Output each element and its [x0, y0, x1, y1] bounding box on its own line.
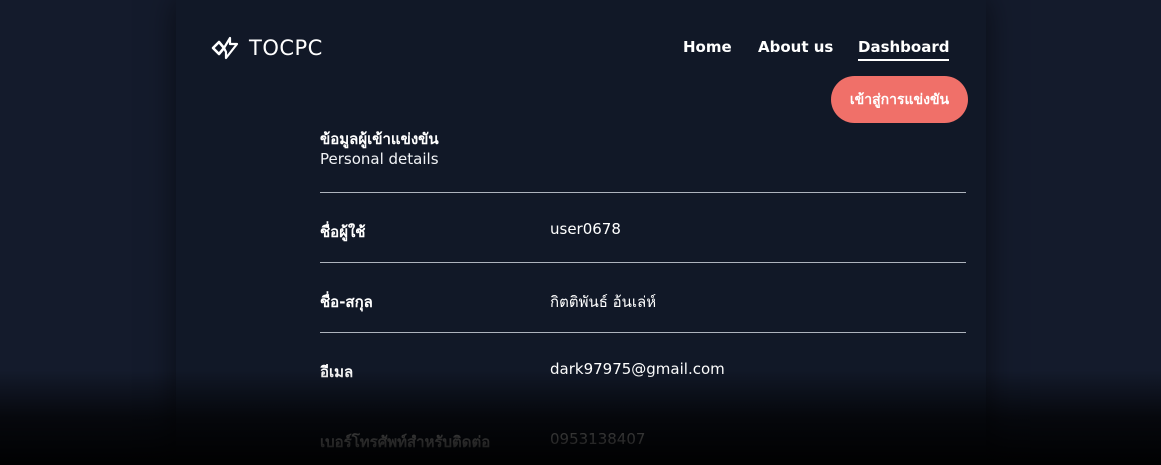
fullname-value: กิตติพันธ์ อ้นเล่ห์: [550, 293, 657, 311]
email-label: อีเมล: [320, 363, 354, 381]
page: TOCPC Home About us Dashboard เข้าสู่การ…: [0, 0, 1161, 465]
divider: [320, 262, 966, 263]
section-title: ข้อมูลผู้เข้าแข่งขัน: [320, 130, 439, 148]
phone-label: เบอร์โทรศัพท์สำหรับติดต่อ: [320, 433, 491, 451]
divider: [320, 192, 966, 193]
phone-value: 0953138407: [550, 430, 646, 448]
username-label: ชื่อผู้ใช้: [320, 223, 366, 241]
fullname-label: ชื่อ-สกุล: [320, 293, 373, 311]
username-value: user0678: [550, 220, 621, 238]
main-nav: Home About us Dashboard: [0, 38, 1161, 62]
email-value: dark97975@gmail.com: [550, 360, 725, 378]
nav-home-link[interactable]: Home: [683, 38, 732, 56]
enter-competition-button[interactable]: เข้าสู่การแข่งขัน: [831, 76, 968, 123]
nav-dashboard-link[interactable]: Dashboard: [858, 38, 950, 61]
divider: [320, 332, 966, 333]
nav-about-link[interactable]: About us: [758, 38, 833, 56]
section-subtitle: Personal details: [320, 150, 439, 168]
